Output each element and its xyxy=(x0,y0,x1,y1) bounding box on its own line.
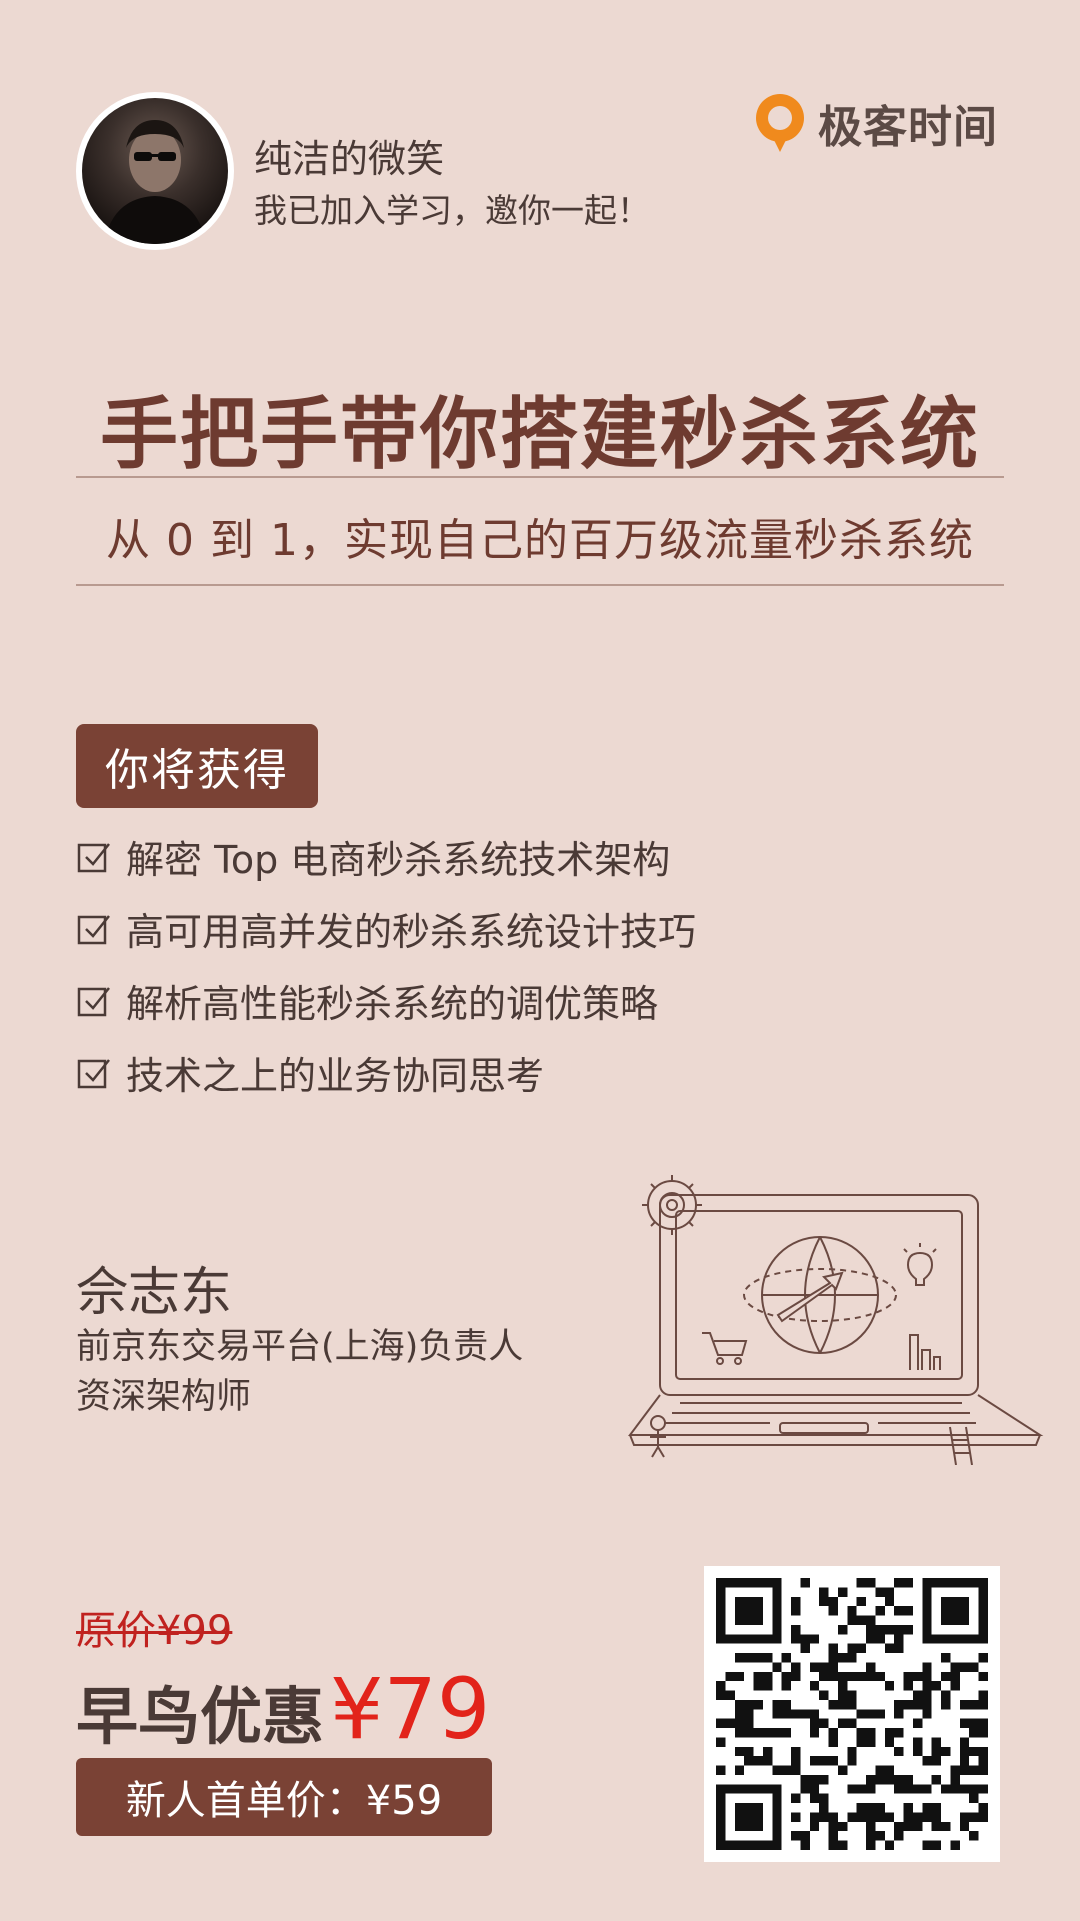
divider xyxy=(76,476,1004,478)
gain-item: 解密 Top 电商秒杀系统技术架构 xyxy=(76,830,670,882)
gain-item-text: 技术之上的业务协同思考 xyxy=(126,1053,545,1098)
gain-item-text: 解析高性能秒杀系统的调优策略 xyxy=(126,981,659,1026)
new-user-price-badge: 新人首单价：¥59 xyxy=(76,1758,492,1836)
qr-code-pattern xyxy=(716,1578,988,1850)
laptop-illustration xyxy=(628,1175,1044,1465)
early-bird-price: 早鸟优惠 ¥79 xyxy=(76,1660,490,1758)
brand-name: 极客时间 xyxy=(818,102,998,153)
course-subtitle: 从 0 到 1，实现自己的百万级流量秒杀系统 xyxy=(106,515,974,566)
gain-item: 技术之上的业务协同思考 xyxy=(76,1046,544,1098)
checkbox-checked-icon xyxy=(77,1059,110,1089)
original-price: 原价¥99 xyxy=(76,1608,233,1654)
invite-text: 我已加入学习，邀你一起！ xyxy=(254,191,650,230)
avatar xyxy=(76,92,234,250)
qr-code[interactable] xyxy=(704,1566,1000,1862)
author-name: 佘志东 xyxy=(76,1263,233,1323)
checkbox-checked-icon xyxy=(77,915,110,945)
gains-badge: 你将获得 xyxy=(76,724,318,808)
checkbox-checked-icon xyxy=(77,843,110,873)
early-bird-label: 早鸟优惠 xyxy=(76,1680,325,1753)
gain-item: 高可用高并发的秒杀系统设计技巧 xyxy=(76,902,696,954)
early-bird-amount: ¥79 xyxy=(330,1660,491,1758)
checkbox-checked-icon xyxy=(77,987,110,1017)
avatar-photo xyxy=(104,120,206,244)
author-title: 资深架构师 xyxy=(76,1377,252,1417)
gain-item-text: 解密 Top 电商秒杀系统技术架构 xyxy=(126,837,671,882)
geektime-logo-icon xyxy=(756,94,804,152)
course-title: 手把手带你搭建秒杀系统 xyxy=(99,390,980,480)
divider xyxy=(76,584,1004,586)
author-role: 前京东交易平台(上海)负责人 xyxy=(76,1327,524,1367)
gain-item-text: 高可用高并发的秒杀系统设计技巧 xyxy=(126,909,697,954)
username: 纯洁的微笑 xyxy=(254,137,445,181)
gain-item: 解析高性能秒杀系统的调优策略 xyxy=(76,974,658,1026)
brand-logo: 极客时间 xyxy=(752,92,998,154)
